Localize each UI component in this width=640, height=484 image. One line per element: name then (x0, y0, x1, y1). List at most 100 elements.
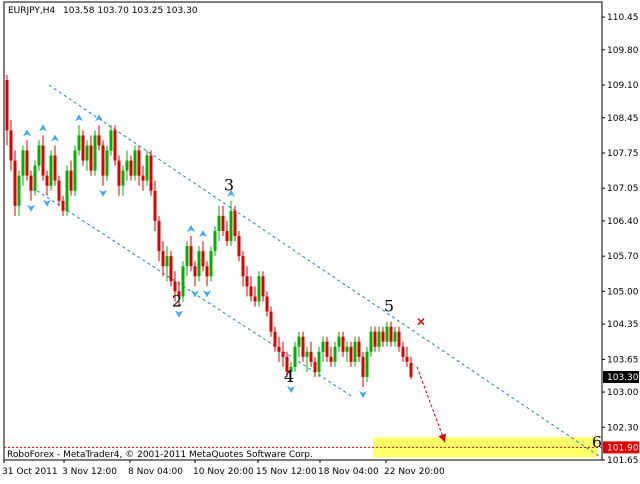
candle-body (341, 336, 345, 352)
candle-body (325, 341, 329, 357)
candle-body (241, 256, 245, 277)
candle-body (105, 150, 109, 176)
candle-body (29, 175, 33, 191)
ohlc-header: 103.58 103.70 103.25 103.30 (63, 6, 198, 16)
candle-body (121, 170, 125, 186)
candle-body (393, 331, 397, 342)
candle (49, 150, 53, 191)
chart-background (0, 0, 640, 480)
candle-body (161, 251, 165, 267)
candle-body (65, 170, 69, 211)
y-tick-label: 109.10 (607, 81, 639, 91)
candle-body (185, 246, 189, 267)
candle-body (237, 236, 241, 257)
candle (93, 130, 97, 176)
candle-body (89, 145, 93, 171)
candle-body (353, 341, 357, 362)
candle-body (97, 135, 101, 146)
candle (149, 150, 153, 196)
candle-body (81, 135, 85, 161)
candle-body (61, 200, 65, 211)
candle-body (129, 160, 133, 176)
candle-body (229, 210, 233, 242)
candle-body (33, 165, 37, 191)
candle-body (261, 276, 265, 297)
candle (365, 346, 369, 382)
candle (105, 145, 109, 181)
candle (209, 246, 213, 282)
y-tick-label: 104.35 (607, 320, 639, 330)
candle-body (389, 326, 393, 342)
y-tick-label: 105.70 (607, 252, 639, 262)
candle-body (317, 351, 321, 372)
candle-body (385, 326, 389, 342)
candle (197, 246, 201, 282)
candle-body (213, 231, 217, 252)
candle-body (53, 155, 57, 181)
candle-body (9, 130, 13, 161)
candle-body (357, 341, 361, 357)
candle-body (57, 180, 61, 201)
candle-body (209, 251, 213, 277)
candle-body (373, 331, 377, 347)
candle-body (169, 256, 173, 282)
x-tick-label: 22 Nov 20:00 (384, 467, 445, 477)
candle-body (145, 155, 149, 181)
wave-label: 3 (224, 176, 234, 195)
wave-label: 2 (172, 291, 182, 310)
candle-body (141, 175, 145, 181)
x-tick-label: 8 Nov 04:00 (128, 467, 183, 477)
price-chart[interactable]: 2 3 4 5 6 110.45 109.80 109.10 108.45 107.75 107.… (0, 0, 640, 480)
candle-body (193, 266, 197, 277)
candle (133, 145, 137, 181)
candle-body (5, 80, 9, 131)
y-tick-label: 103.65 (607, 355, 639, 365)
x-tick-label: 18 Nov 04:00 (318, 467, 379, 477)
candle (233, 205, 237, 242)
candle-body (405, 356, 409, 362)
candle-body (201, 251, 205, 267)
candle-body (281, 351, 285, 357)
candle-body (277, 346, 281, 352)
candle (145, 150, 149, 186)
candle-body (365, 351, 369, 377)
candle-body (329, 356, 333, 362)
candle-body (85, 145, 89, 161)
candle-body (257, 276, 261, 302)
candle-body (309, 351, 313, 362)
candle-body (73, 150, 77, 191)
candle-body (269, 311, 273, 332)
candle (169, 251, 173, 287)
candle-body (297, 336, 301, 347)
candle-body (253, 296, 257, 302)
candle-body (165, 256, 169, 267)
candle-body (173, 281, 177, 292)
candle-body (337, 336, 341, 347)
y-tick-label: 108.45 (607, 114, 639, 124)
candle-body (137, 150, 141, 176)
candle-body (377, 331, 381, 347)
y-tick-label: 109.80 (607, 46, 639, 56)
y-tick-label: 101.65 (607, 456, 639, 466)
candle-body (49, 155, 53, 186)
candle-body (361, 356, 365, 377)
candle-body (197, 251, 201, 277)
candle-body (301, 336, 305, 357)
candle-body (345, 346, 349, 352)
candle-body (369, 331, 373, 352)
candle-body (125, 160, 129, 171)
wave-label: 4 (284, 367, 294, 386)
candle-body (25, 150, 29, 176)
target-price-label: 101.90 (607, 443, 639, 453)
candle-body (117, 160, 121, 186)
candle-body (77, 135, 81, 151)
candle-body (265, 296, 269, 312)
current-price-label: 103.30 (607, 373, 639, 383)
chart-window: 2 3 4 5 6 110.45 109.80 109.10 108.45 107.75 107.… (0, 0, 640, 480)
y-tick-label: 107.05 (607, 184, 639, 194)
candle-body (225, 231, 229, 242)
candle-body (333, 346, 337, 362)
candle-body (109, 130, 113, 151)
candle-body (397, 331, 401, 347)
candle-body (273, 331, 277, 347)
